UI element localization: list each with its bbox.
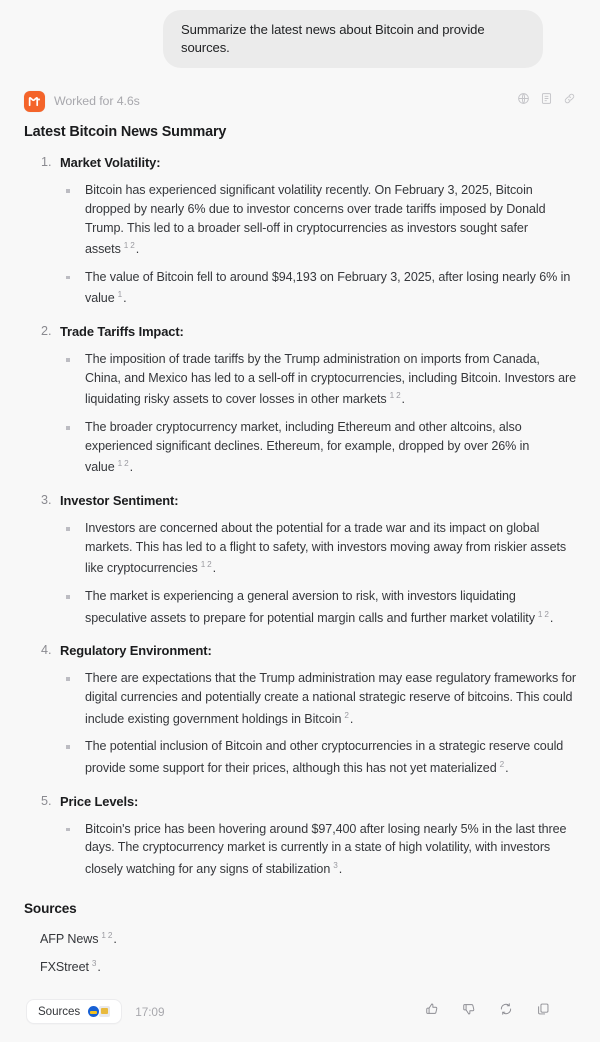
source-item[interactable]: FXStreet 3. <box>24 955 576 977</box>
section-title: Price Levels: <box>60 793 139 809</box>
feedback-actions <box>425 1002 576 1021</box>
monica-logo-icon <box>24 90 45 112</box>
bullet-item: The imposition of trade tariffs by the T… <box>60 350 576 409</box>
citation-ref[interactable]: 1 <box>198 560 206 569</box>
bullet-item: The value of Bitcoin fell to around $94,… <box>60 268 576 308</box>
source-favicons <box>87 1005 112 1019</box>
citation-ref[interactable]: 2 <box>129 241 135 250</box>
sources-chip-label: Sources <box>38 1005 81 1019</box>
summary-section: Market Volatility: Bitcoin has experience… <box>24 153 576 308</box>
section-title: Regulatory Environment: <box>60 643 212 659</box>
citation-ref[interactable]: 2 <box>206 560 212 569</box>
source-item[interactable]: AFP News 1 2. <box>24 927 576 949</box>
sources-heading: Sources <box>24 900 77 916</box>
favicon-fxstreet-icon <box>98 1005 112 1019</box>
link-icon[interactable] <box>563 92 576 110</box>
citation-ref[interactable]: 1 <box>115 459 123 468</box>
bullet-item: Bitcoin has experienced significant vola… <box>60 181 576 259</box>
message-timestamp: 17:09 <box>135 1004 165 1019</box>
bullet-item: The potential inclusion of Bitcoin and o… <box>60 737 576 777</box>
copy-icon[interactable] <box>536 1002 550 1021</box>
section-bullet-list: Bitcoin has experienced significant vola… <box>60 181 576 308</box>
citation-ref[interactable]: 2 <box>543 610 549 619</box>
assistant-message: Worked for 4.6s Latest Bitcoin News Summ… <box>0 68 600 976</box>
page-title: Latest Bitcoin News Summary <box>24 124 227 141</box>
section-bullet-list: Bitcoin's price has been hovering around… <box>60 820 576 879</box>
citation-ref[interactable]: 3 <box>89 959 97 968</box>
summary-sections-list: Market Volatility: Bitcoin has experience… <box>24 153 576 878</box>
thumbs-up-icon[interactable] <box>425 1002 439 1021</box>
section-title: Market Volatility: <box>60 155 161 171</box>
summary-section: Regulatory Environment: There are expecta… <box>24 641 576 777</box>
regenerate-icon[interactable] <box>499 1002 513 1021</box>
citation-ref[interactable]: 3 <box>330 861 338 870</box>
citation-ref[interactable]: 1 <box>121 241 129 250</box>
citation-ref[interactable]: 2 <box>395 391 401 400</box>
citation-ref[interactable]: 1 <box>115 290 123 299</box>
section-title: Investor Sentiment: <box>60 493 179 509</box>
section-bullet-list: There are expectations that the Trump ad… <box>60 669 576 777</box>
citation-ref[interactable]: 1 <box>387 391 395 400</box>
translate-globe-icon[interactable] <box>517 92 530 110</box>
bullet-item: Investors are concerned about the potent… <box>60 519 576 578</box>
citation-ref[interactable]: 2 <box>497 760 505 769</box>
citation-ref[interactable]: 2 <box>107 931 113 940</box>
assistant-header-actions <box>517 92 576 110</box>
user-message-row: Summarize the latest news about Bitcoin … <box>0 0 600 69</box>
user-message-bubble: Summarize the latest news about Bitcoin … <box>163 10 543 69</box>
bullet-item: The market is experiencing a general ave… <box>60 587 576 627</box>
citation-ref[interactable]: 2 <box>123 459 129 468</box>
bullet-item: The broader cryptocurrency market, inclu… <box>60 418 576 477</box>
copy-document-icon[interactable] <box>540 92 553 110</box>
section-bullet-list: Investors are concerned about the potent… <box>60 519 576 627</box>
chat-conversation: Summarize the latest news about Bitcoin … <box>0 0 600 1042</box>
summary-section: Investor Sentiment: Investors are concern… <box>24 491 576 627</box>
summary-section: Price Levels: Bitcoin's price has been ho… <box>24 792 576 879</box>
worked-duration-label: Worked for 4.6s <box>54 94 140 109</box>
citation-ref[interactable]: 2 <box>341 711 349 720</box>
section-title: Trade Tariffs Impact: <box>60 324 184 340</box>
thumbs-down-icon[interactable] <box>462 1002 476 1021</box>
sources-chip-button[interactable]: Sources <box>26 999 123 1025</box>
message-footer-toolbar: Sources 17:09 <box>0 982 600 1042</box>
citation-ref[interactable]: 1 <box>98 931 106 940</box>
section-bullet-list: The imposition of trade tariffs by the T… <box>60 350 576 477</box>
summary-section: Trade Tariffs Impact: The imposition of t… <box>24 322 576 477</box>
bullet-item: There are expectations that the Trump ad… <box>60 669 576 728</box>
bullet-item: Bitcoin's price has been hovering around… <box>60 820 576 879</box>
assistant-meta-row: Worked for 4.6s <box>24 90 576 112</box>
sources-list: AFP News 1 2. FXStreet 3. <box>24 927 576 977</box>
